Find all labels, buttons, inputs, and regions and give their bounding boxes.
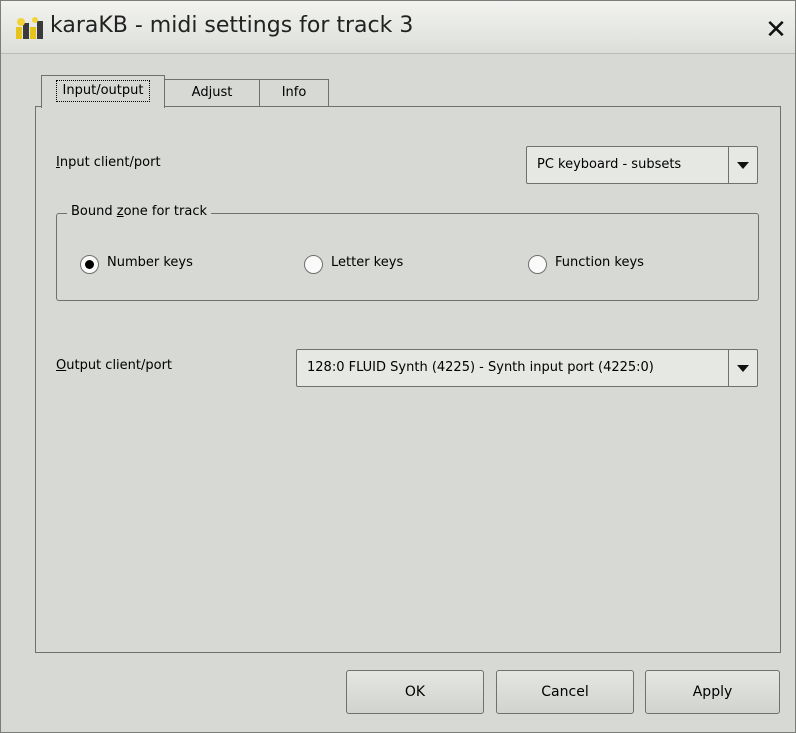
input-port-label: Input client/port	[56, 155, 161, 170]
radio-unchecked-icon[interactable]	[528, 255, 547, 274]
ok-button[interactable]: OK	[346, 670, 484, 714]
output-port-label: Output client/port	[56, 358, 173, 373]
tab-label: Input/output	[55, 80, 151, 102]
cancel-button[interactable]: Cancel	[496, 670, 634, 714]
tab-info[interactable]: Info	[259, 79, 329, 106]
dialog-window: karaKB - midi settings for track 3 ✕ Inp…	[0, 0, 796, 733]
bound-zone-title: Bound zone for track	[67, 204, 211, 219]
tab-adjust[interactable]: Adjust	[164, 79, 260, 106]
radio-checked-icon[interactable]	[80, 255, 99, 274]
chevron-down-icon[interactable]	[728, 147, 757, 183]
title-bar[interactable]: karaKB - midi settings for track 3 ✕	[1, 1, 795, 54]
input-port-value: PC keyboard - subsets	[537, 157, 682, 172]
tab-label: Adjust	[191, 85, 233, 100]
input-port-combo[interactable]: PC keyboard - subsets	[526, 146, 758, 184]
output-port-combo[interactable]: 128:0 FLUID Synth (4225) - Synth input p…	[296, 349, 758, 387]
close-icon[interactable]: ✕	[763, 17, 789, 43]
chevron-down-icon[interactable]	[728, 350, 757, 386]
apply-button[interactable]: Apply	[645, 670, 780, 714]
output-port-value: 128:0 FLUID Synth (4225) - Synth input p…	[307, 360, 654, 375]
radio-label: Function keys	[555, 255, 644, 270]
karakb-app-icon	[16, 17, 43, 39]
tab-input-output[interactable]: Input/output	[41, 75, 165, 108]
radio-label: Letter keys	[331, 255, 404, 270]
window-title: karaKB - midi settings for track 3	[50, 13, 414, 38]
radio-unchecked-icon[interactable]	[304, 255, 323, 274]
radio-label: Number keys	[107, 255, 193, 270]
tab-label: Info	[281, 85, 307, 100]
